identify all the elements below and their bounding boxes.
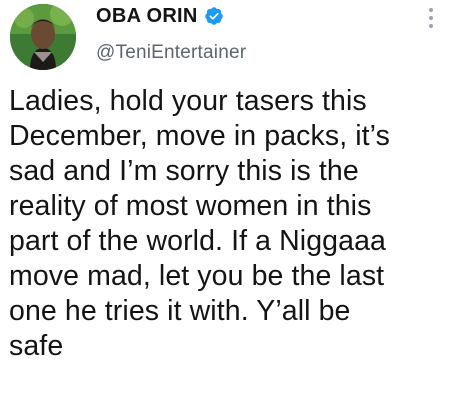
more-vertical-icon[interactable] [423,6,439,30]
more-dot [429,16,433,20]
author-handle[interactable]: @TeniEntertainer [96,42,246,64]
tweet-header: OBA ORIN @TeniEntertainer [96,4,246,64]
verified-badge-icon [204,6,224,26]
tweet-text: Ladies, hold your tasers this December, … [9,85,390,362]
avatar[interactable] [10,4,76,70]
name-row: OBA ORIN [96,4,246,28]
display-name[interactable]: OBA ORIN [96,5,198,28]
tweet-card: OBA ORIN @TeniEntertainer Ladies, hold y… [0,0,449,410]
avatar-image [10,4,76,70]
more-dot [429,24,433,28]
more-dot [429,8,433,12]
